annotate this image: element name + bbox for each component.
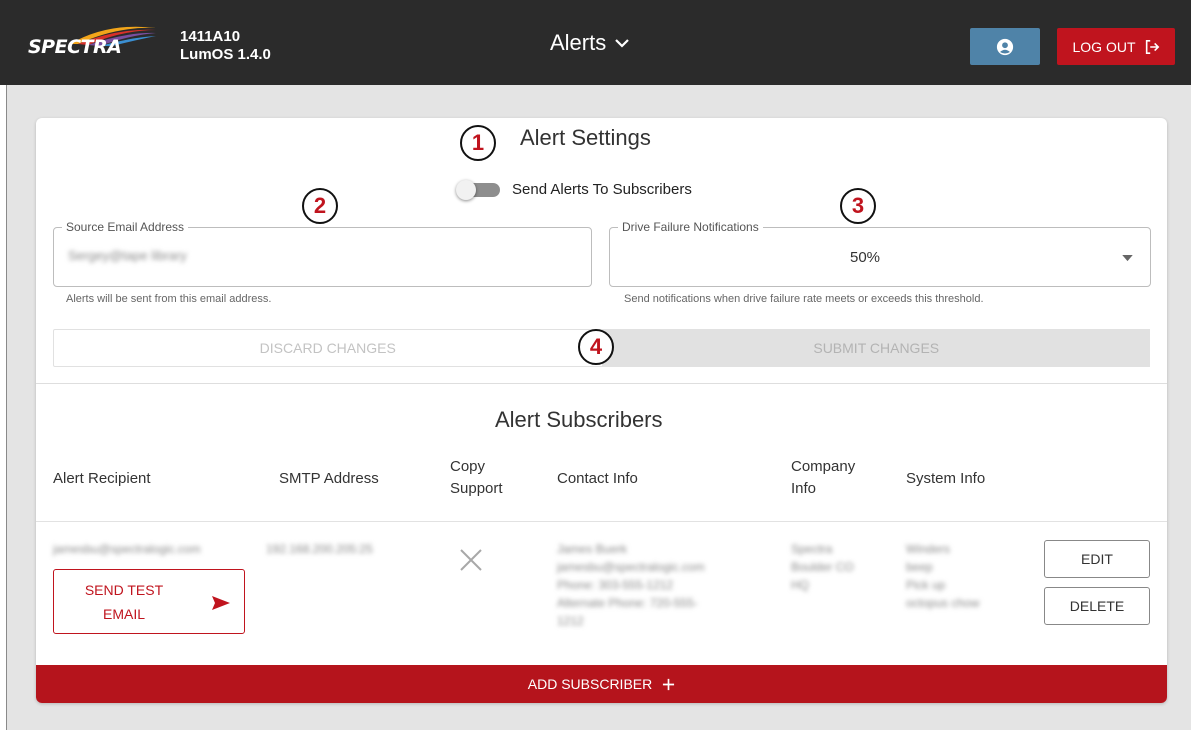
library-info: 1411A10 LumOS 1.4.0 (180, 28, 271, 64)
system-line: Pick up (906, 578, 946, 592)
page-menu-dropdown[interactable]: Alerts (550, 30, 630, 56)
company-line: HQ (791, 578, 809, 592)
source-email-helper: Alerts will be sent from this email addr… (66, 293, 272, 305)
alert-settings-title: Alert Settings (520, 125, 651, 150)
dropdown-arrow-icon (1122, 255, 1133, 262)
model-number: 1411A10 (180, 28, 241, 45)
logout-button[interactable]: LOG OUT (1057, 28, 1175, 65)
drive-failure-select[interactable]: Drive Failure Notifications 50% (609, 220, 1151, 287)
column-header-company-line1: Company (791, 458, 856, 475)
company-line: Boulder CO (791, 560, 854, 574)
logout-label: LOG OUT (1072, 38, 1136, 55)
send-icon (212, 596, 230, 610)
discard-changes-button[interactable]: DISCARD CHANGES (53, 329, 603, 367)
contact-info: James Buerk jamesbu@spectralogic.com Pho… (557, 540, 705, 630)
system-info: Winders beep Pick up octopus chow (906, 540, 979, 612)
smtp-address: 192.168.200.205:25 (266, 542, 373, 556)
left-border (6, 85, 7, 730)
submit-changes-button[interactable]: SUBMIT CHANGES (602, 329, 1150, 367)
header-row-divider (36, 521, 1167, 522)
send-alerts-toggle-row: Send Alerts To Subscribers (456, 179, 692, 200)
logout-icon (1145, 39, 1159, 54)
callout-1: 1 (460, 125, 496, 161)
contact-line: Alternate Phone: 720-555- (557, 596, 698, 610)
column-header-copy-support-line2: Support (450, 480, 503, 497)
spectra-logo: SPECTRA (28, 24, 156, 62)
column-header-system: System Info (906, 470, 986, 487)
page-title: Alerts (550, 30, 607, 55)
callout-3: 3 (840, 188, 876, 224)
contact-line: Phone: 303-555-1212 (557, 578, 674, 592)
callout-4: 4 (578, 329, 614, 365)
edit-button[interactable]: EDIT (1044, 540, 1150, 578)
callout-2: 2 (302, 188, 338, 224)
company-line: Spectra (791, 542, 833, 556)
os-version: LumOS 1.4.0 (180, 46, 271, 63)
x-mark-icon (460, 549, 482, 571)
section-divider (36, 383, 1167, 384)
drive-failure-value: 50% (850, 249, 881, 266)
top-bar: SPECTRA 1411A10 LumOS 1.4.0 Alerts LOG O… (0, 0, 1191, 85)
send-alerts-label: Send Alerts To Subscribers (512, 181, 692, 198)
system-line: beep (906, 560, 933, 574)
delete-button[interactable]: DELETE (1044, 587, 1150, 625)
drive-failure-helper: Send notifications when drive failure ra… (624, 293, 984, 305)
column-header-recipient: Alert Recipient (53, 470, 151, 487)
contact-line: James Buerk (557, 542, 628, 556)
column-header-contact: Contact Info (557, 470, 638, 487)
alert-subscribers-title: Alert Subscribers (495, 407, 663, 432)
contact-line: 1212 (557, 614, 584, 628)
toggle-thumb (456, 179, 476, 200)
user-icon (996, 38, 1014, 55)
column-header-smtp: SMTP Address (279, 470, 379, 487)
plus-icon (663, 678, 675, 690)
user-button[interactable] (970, 28, 1040, 65)
system-line: octopus chow (906, 596, 980, 610)
contact-line: jamesbu@spectralogic.com (557, 560, 705, 574)
column-header-company: Company Info (791, 456, 855, 500)
send-alerts-toggle[interactable] (456, 179, 500, 200)
source-email-field[interactable]: Source Email Address Sergey@tape library (53, 220, 592, 287)
column-header-copy-support-line1: Copy (450, 458, 486, 475)
send-test-email-button[interactable]: SEND TEST EMAIL (53, 569, 245, 634)
add-subscriber-button[interactable]: ADD SUBSCRIBER (36, 665, 1167, 703)
chevron-down-icon (615, 39, 630, 48)
source-email-label: Source Email Address (62, 220, 189, 234)
logo-text: SPECTRA (28, 36, 122, 58)
source-email-value: Sergey@tape library (68, 248, 187, 263)
company-info: Spectra Boulder CO HQ (791, 540, 854, 594)
add-subscriber-label: ADD SUBSCRIBER (527, 676, 653, 692)
recipient-email: jamesbu@spectralogic.com (53, 542, 201, 556)
system-line: Winders (906, 542, 951, 556)
column-header-copy-support: Copy Support (450, 456, 503, 500)
send-test-email-label: SEND TEST EMAIL (84, 582, 164, 622)
drive-failure-label: Drive Failure Notifications (618, 220, 763, 234)
column-header-company-line2: Info (791, 480, 817, 497)
